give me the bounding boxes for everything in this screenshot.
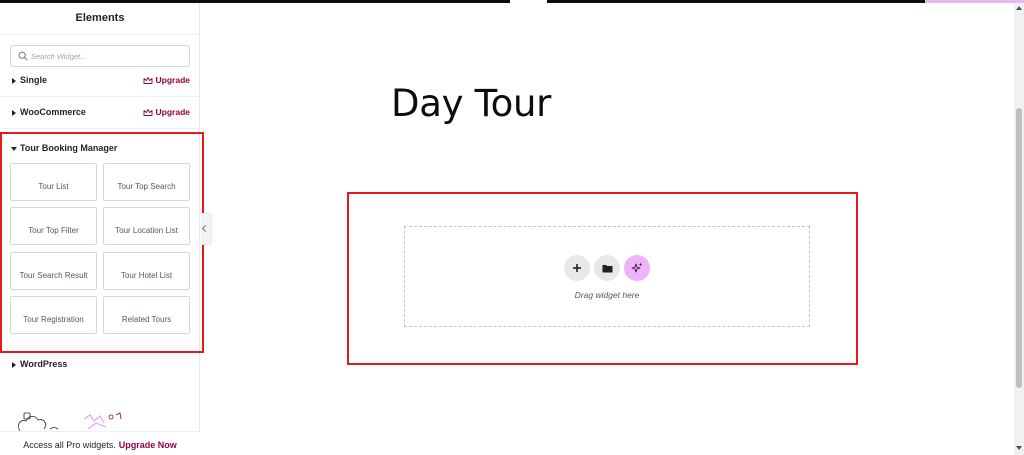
caret-right-icon bbox=[12, 362, 16, 368]
upgrade-link[interactable]: Upgrade bbox=[143, 75, 190, 85]
highlight-box-tour-booking bbox=[0, 132, 204, 353]
search-input[interactable] bbox=[31, 48, 186, 64]
category-woocommerce[interactable]: WooCommerce Upgrade bbox=[0, 99, 200, 129]
caret-right-icon bbox=[12, 110, 16, 116]
panel-title: Elements bbox=[0, 3, 200, 35]
crown-icon bbox=[143, 108, 152, 116]
scroll-up-arrow-icon[interactable] bbox=[1016, 6, 1022, 10]
pro-upgrade-footer: Access all Pro widgets. Upgrade Now bbox=[0, 431, 200, 455]
sparkle-icon bbox=[631, 262, 643, 273]
folder-icon bbox=[602, 264, 612, 272]
add-template-button[interactable] bbox=[594, 255, 620, 281]
category-single[interactable]: Single Upgrade bbox=[0, 67, 200, 97]
caret-right-icon bbox=[12, 78, 16, 84]
search-icon bbox=[18, 51, 28, 61]
category-label: WordPress bbox=[20, 359, 68, 369]
top-bar-accent bbox=[925, 0, 1024, 3]
chevron-left-icon bbox=[201, 224, 210, 233]
top-bar-gap bbox=[510, 0, 547, 3]
upgrade-link[interactable]: Upgrade bbox=[143, 107, 190, 117]
category-label: Single bbox=[20, 75, 48, 85]
plus-icon bbox=[573, 264, 581, 272]
upgrade-now-link[interactable]: Upgrade Now bbox=[119, 440, 177, 450]
scroll-down-arrow-icon[interactable] bbox=[1016, 446, 1022, 450]
ai-generate-button[interactable] bbox=[624, 255, 650, 281]
scrollbar-thumb[interactable] bbox=[1016, 108, 1022, 388]
footer-text: Access all Pro widgets. bbox=[23, 440, 116, 450]
add-section-button[interactable] bbox=[564, 255, 590, 281]
crown-icon bbox=[143, 76, 152, 84]
drag-widget-hint: Drag widget here bbox=[574, 290, 640, 300]
panel-collapse-toggle[interactable] bbox=[201, 213, 212, 245]
category-wordpress[interactable]: WordPress bbox=[0, 356, 200, 378]
promo-illustration bbox=[18, 412, 122, 432]
search-box[interactable] bbox=[10, 45, 190, 67]
page-title[interactable]: Day Tour bbox=[391, 82, 551, 125]
category-label: WooCommerce bbox=[20, 107, 86, 117]
